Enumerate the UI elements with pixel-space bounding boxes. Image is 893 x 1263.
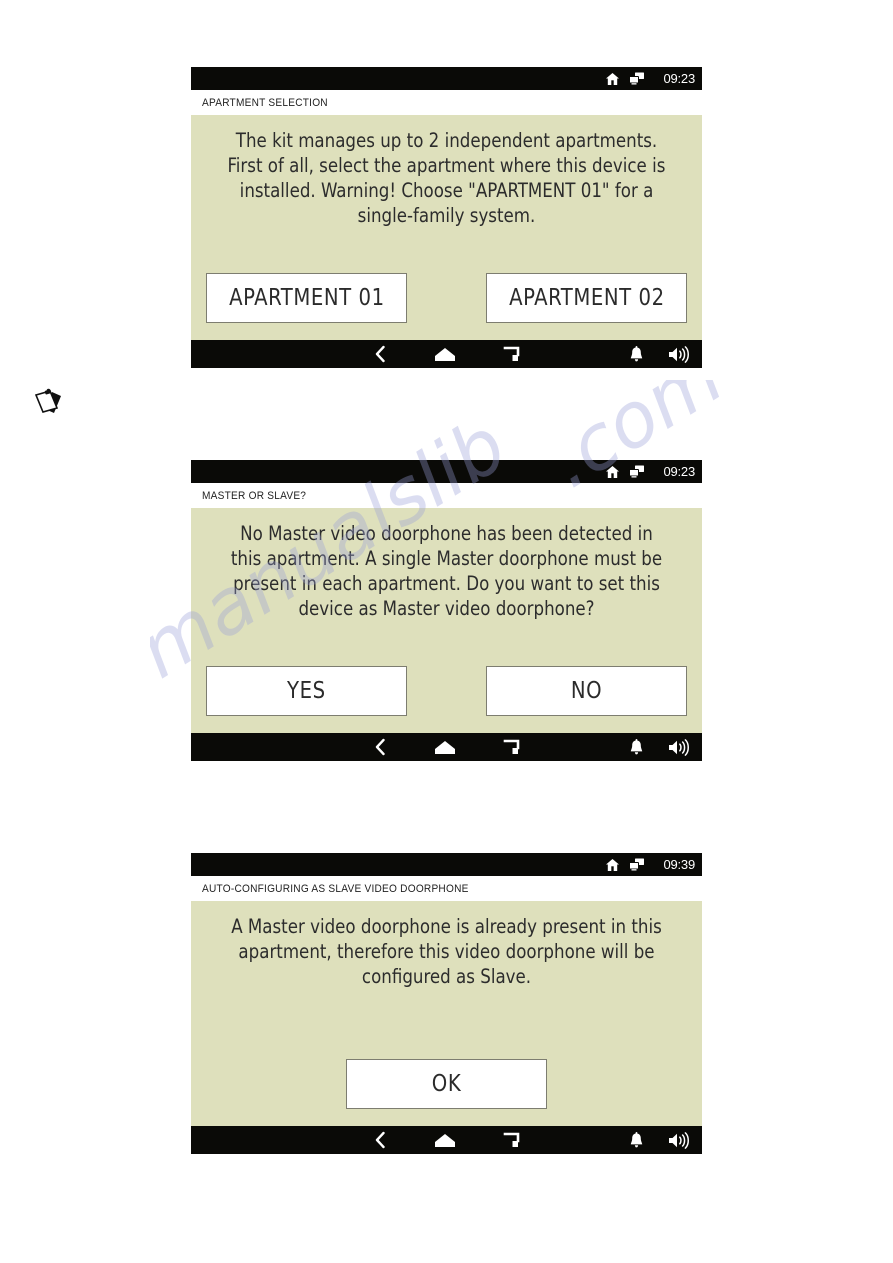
apartment-02-button-label: APARTMENT 02 <box>508 285 665 311</box>
navigation-bar-center <box>191 1131 702 1149</box>
status-bar-icons: 09:23 <box>605 464 695 479</box>
volume-icon[interactable] <box>668 1131 690 1149</box>
screen-title: AUTO-CONFIGURING AS SLAVE VIDEO DOORPHON… <box>202 882 469 895</box>
screens-network-icon <box>629 72 645 85</box>
instruction-message: A Master video doorphone is already pres… <box>231 915 662 988</box>
screen-title: MASTER OR SLAVE? <box>202 489 307 502</box>
content-panel: The kit manages up to 2 independent apar… <box>191 115 702 340</box>
no-button[interactable]: NO <box>486 666 687 716</box>
bell-icon[interactable] <box>629 345 644 363</box>
no-button-label: NO <box>570 678 603 704</box>
navigation-bar <box>191 1126 702 1154</box>
volume-icon[interactable] <box>668 345 690 363</box>
action-button-row: APARTMENT 01 APARTMENT 02 <box>191 273 702 323</box>
navigation-bar <box>191 733 702 761</box>
yes-button-label: YES <box>287 678 326 704</box>
recent-apps-icon[interactable] <box>503 739 520 756</box>
screen-title-bar: APARTMENT SELECTION <box>191 90 702 115</box>
back-icon[interactable] <box>373 738 387 756</box>
screen-title: APARTMENT SELECTION <box>202 96 328 109</box>
recent-apps-icon[interactable] <box>503 1132 520 1149</box>
status-bar: 09:23 <box>191 67 702 90</box>
navigation-bar-right <box>629 738 690 756</box>
home-icon <box>606 858 620 871</box>
status-bar-icons: 09:23 <box>605 71 695 86</box>
apartment-01-button-label: APARTMENT 01 <box>228 285 385 311</box>
screens-network-icon <box>629 465 645 478</box>
back-icon[interactable] <box>373 1131 387 1149</box>
home-icon[interactable] <box>433 346 457 362</box>
content-panel: A Master video doorphone is already pres… <box>191 901 702 1126</box>
instruction-message: The kit manages up to 2 independent apar… <box>227 129 666 227</box>
navigation-bar-center <box>191 738 702 756</box>
recent-apps-icon[interactable] <box>503 346 520 363</box>
status-bar-time: 09:23 <box>663 71 695 86</box>
action-button-row: OK <box>191 1059 702 1109</box>
ok-button[interactable]: OK <box>346 1059 547 1109</box>
home-icon[interactable] <box>433 1132 457 1148</box>
screen-title-bar: MASTER OR SLAVE? <box>191 483 702 508</box>
content-panel: No Master video doorphone has been detec… <box>191 508 702 733</box>
device-screen-master-or-slave: 09:23 MASTER OR SLAVE? No Master video d… <box>191 460 702 761</box>
yes-button[interactable]: YES <box>206 666 407 716</box>
navigation-bar-right <box>629 1131 690 1149</box>
instruction-message: No Master video doorphone has been detec… <box>230 522 663 620</box>
action-button-row: YES NO <box>191 666 702 716</box>
status-bar: 09:23 <box>191 460 702 483</box>
device-screen-apartment-selection: 09:23 APARTMENT SELECTION The kit manage… <box>191 67 702 368</box>
home-icon <box>606 465 620 478</box>
navigation-bar-center <box>191 345 702 363</box>
device-screen-auto-configuring-slave: 09:39 AUTO-CONFIGURING AS SLAVE VIDEO DO… <box>191 853 702 1154</box>
clipboard-note-icon <box>34 388 61 413</box>
apartment-02-button[interactable]: APARTMENT 02 <box>486 273 687 323</box>
home-icon[interactable] <box>433 739 457 755</box>
bell-icon[interactable] <box>629 1131 644 1149</box>
navigation-bar-right <box>629 345 690 363</box>
status-bar: 09:39 <box>191 853 702 876</box>
home-icon <box>606 72 620 85</box>
navigation-bar <box>191 340 702 368</box>
bell-icon[interactable] <box>629 738 644 756</box>
screen-title-bar: AUTO-CONFIGURING AS SLAVE VIDEO DOORPHON… <box>191 876 702 901</box>
ok-button-label: OK <box>431 1071 462 1097</box>
status-bar-time: 09:23 <box>663 464 695 479</box>
status-bar-time: 09:39 <box>663 857 695 872</box>
volume-icon[interactable] <box>668 738 690 756</box>
back-icon[interactable] <box>373 345 387 363</box>
status-bar-icons: 09:39 <box>605 857 695 872</box>
screens-network-icon <box>629 858 645 871</box>
apartment-01-button[interactable]: APARTMENT 01 <box>206 273 407 323</box>
